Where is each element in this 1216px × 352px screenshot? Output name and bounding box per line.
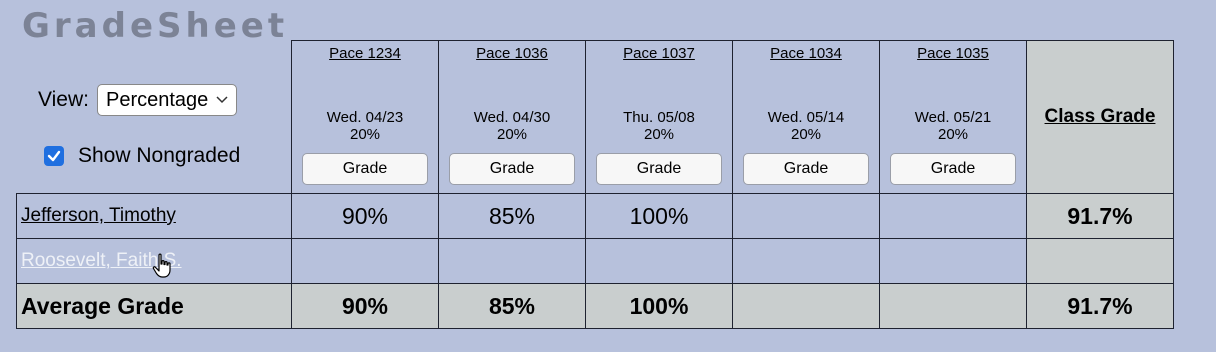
grade-cell[interactable] [585, 238, 733, 284]
table-row: Jefferson, Timothy 90% 85% 100% 91.7% [16, 193, 1174, 239]
pace-weight: 20% [496, 126, 528, 143]
pace-date: Wed. 05/14 20% [733, 109, 879, 143]
average-cell [879, 283, 1027, 329]
grade-cell[interactable] [879, 238, 1027, 284]
average-row: Average Grade 90% 85% 100% 91.7% [16, 283, 1174, 329]
pace-date: Wed. 04/23 20% [292, 109, 438, 143]
pace-weight: 20% [349, 126, 381, 143]
pace-weight: 20% [643, 126, 675, 143]
header-row: Pace 1234 Wed. 04/23 20% Grade Pace 1036… [17, 40, 1174, 194]
pace-link[interactable]: Pace 1036 [439, 45, 585, 62]
pace-date: Wed. 05/21 20% [880, 109, 1026, 143]
pace-weight: 20% [937, 126, 969, 143]
grade-table: Pace 1234 Wed. 04/23 20% Grade Pace 1036… [16, 40, 1174, 329]
class-grade-link[interactable]: Class Grade [1045, 106, 1156, 127]
header-corner [17, 41, 292, 194]
average-cell [732, 283, 880, 329]
grade-button[interactable]: Grade [596, 153, 722, 185]
grade-button[interactable]: Grade [449, 153, 575, 185]
student-name-cell: Jefferson, Timothy [16, 193, 292, 239]
class-grade-header: Class Grade [1026, 40, 1174, 194]
pace-link[interactable]: Pace 1037 [586, 45, 732, 62]
average-label: Average Grade [16, 283, 292, 329]
grade-button[interactable]: Grade [743, 153, 869, 185]
grade-cell[interactable]: 90% [291, 193, 439, 239]
grade-cell[interactable] [438, 238, 586, 284]
average-cell: 85% [438, 283, 586, 329]
average-cell: 90% [291, 283, 439, 329]
pace-date: Thu. 05/08 20% [586, 109, 732, 143]
grade-cell[interactable] [732, 193, 880, 239]
pace-link[interactable]: Pace 1035 [880, 45, 1026, 62]
grade-button[interactable]: Grade [890, 153, 1016, 185]
hand-pointer-cursor-icon [152, 253, 171, 278]
pace-date-text: Thu. 05/08 [623, 109, 695, 126]
pace-weight: 20% [790, 126, 822, 143]
pace-column-header: Pace 1035 Wed. 05/21 20% Grade [879, 40, 1027, 194]
pace-link[interactable]: Pace 1034 [733, 45, 879, 62]
pace-column-header: Pace 1234 Wed. 04/23 20% Grade [291, 40, 439, 194]
table-row: Roosevelt, Faith S. [16, 238, 1174, 284]
grade-button[interactable]: Grade [302, 153, 428, 185]
grade-cell[interactable] [732, 238, 880, 284]
average-cell: 100% [585, 283, 733, 329]
pace-column-header: Pace 1036 Wed. 04/30 20% Grade [438, 40, 586, 194]
pace-date-text: Wed. 05/14 [767, 109, 845, 126]
average-class-grade-cell: 91.7% [1026, 283, 1174, 329]
pace-column-header: Pace 1034 Wed. 05/14 20% Grade [732, 40, 880, 194]
pace-date-text: Wed. 04/30 [473, 109, 551, 126]
grade-cell[interactable]: 100% [585, 193, 733, 239]
pace-date-text: Wed. 04/23 [326, 109, 404, 126]
class-grade-cell [1026, 238, 1174, 284]
pace-column-header: Pace 1037 Thu. 05/08 20% Grade [585, 40, 733, 194]
class-grade-cell: 91.7% [1026, 193, 1174, 239]
student-name-link[interactable]: Jefferson, Timothy [21, 205, 176, 226]
pace-date: Wed. 04/30 20% [439, 109, 585, 143]
pace-link[interactable]: Pace 1234 [292, 45, 438, 62]
grade-cell[interactable]: 85% [438, 193, 586, 239]
pace-date-text: Wed. 05/21 [914, 109, 992, 126]
grade-cell[interactable] [291, 238, 439, 284]
grade-cell[interactable] [879, 193, 1027, 239]
